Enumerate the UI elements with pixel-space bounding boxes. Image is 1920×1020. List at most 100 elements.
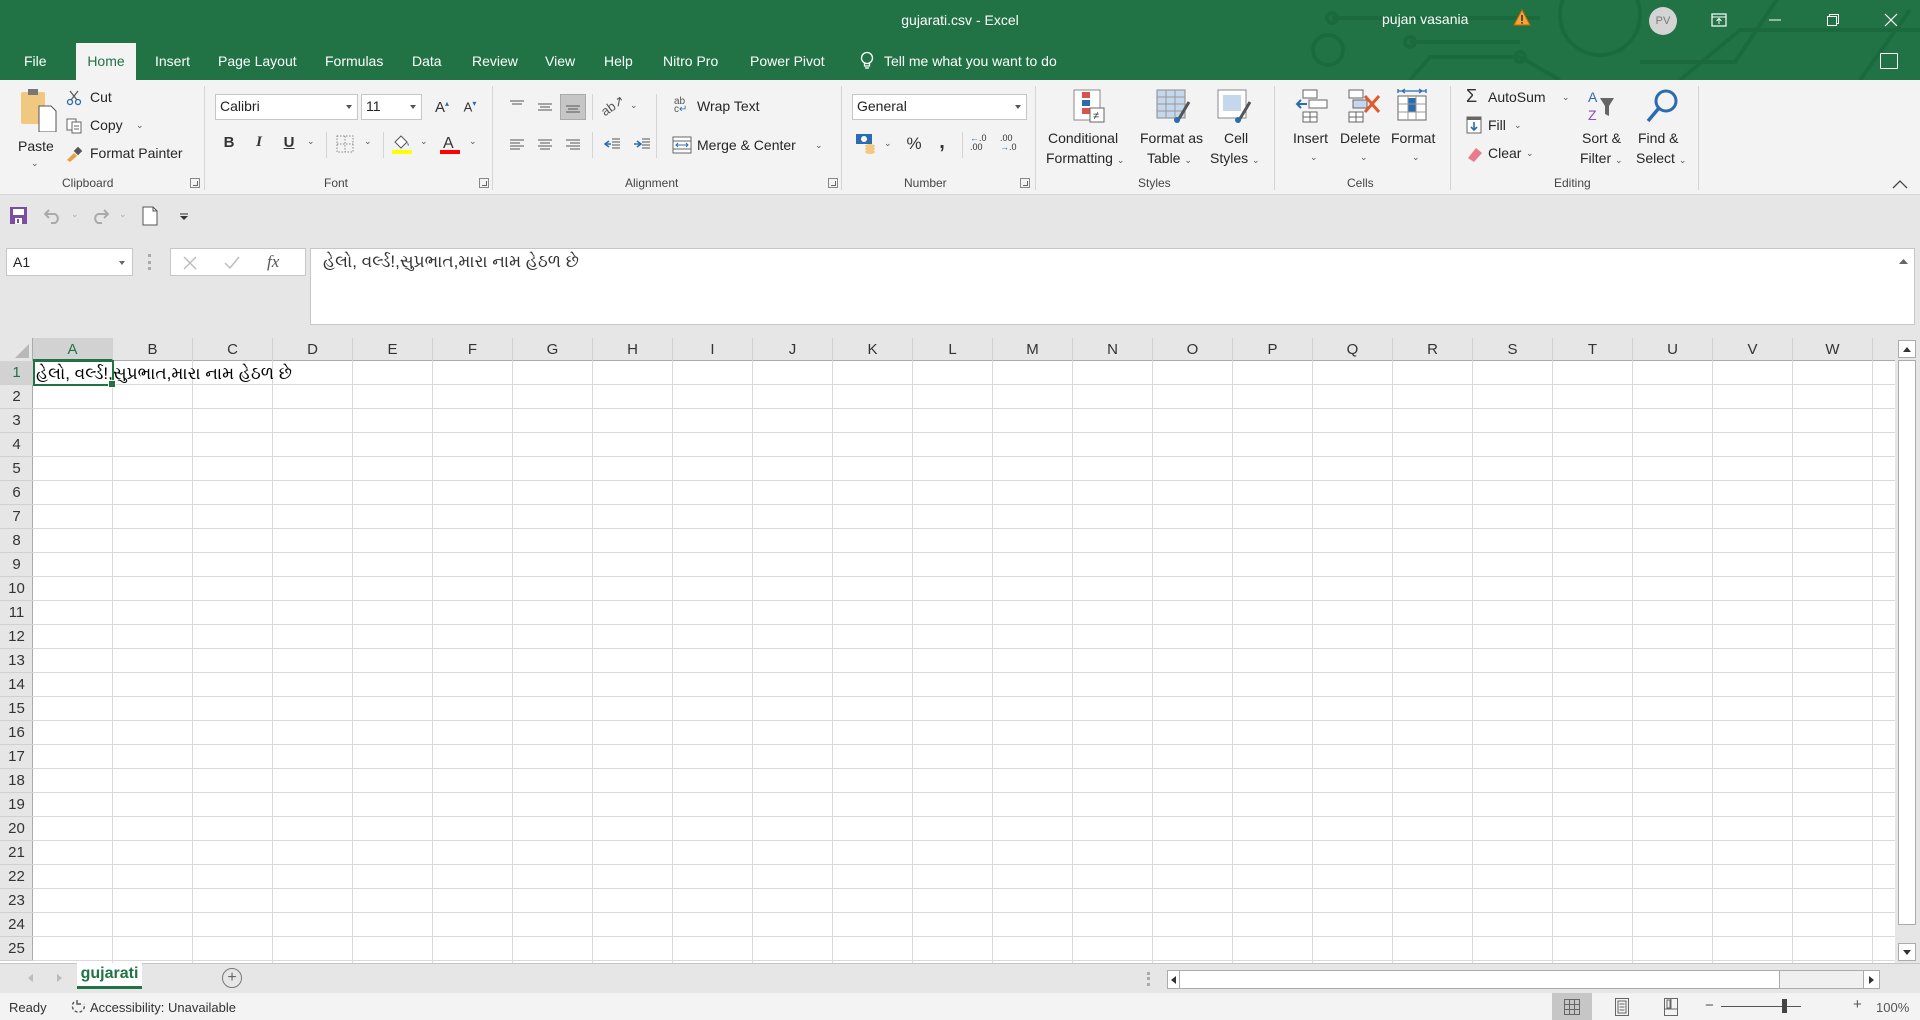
row-header-11[interactable]: 11 — [0, 601, 33, 625]
horizontal-scrollbar[interactable] — [1167, 970, 1880, 989]
decrease-indent-button[interactable] — [600, 132, 624, 156]
zoom-level[interactable]: 100% — [1876, 1000, 1909, 1015]
row-header-2[interactable]: 2 — [0, 385, 33, 409]
accounting-dropdown-icon[interactable]: ⌄ — [884, 138, 892, 149]
collapse-formula-bar-icon[interactable] — [1899, 258, 1908, 264]
column-header-k[interactable]: K — [833, 338, 913, 361]
column-header-n[interactable]: N — [1073, 338, 1153, 361]
column-header-l[interactable]: L — [913, 338, 993, 361]
row-header-14[interactable]: 14 — [0, 673, 33, 697]
row-header-5[interactable]: 5 — [0, 457, 33, 481]
alignment-launcher-icon[interactable] — [828, 178, 838, 188]
autosum-button[interactable]: Σ AutoSum ⌄ — [1466, 86, 1572, 110]
bold-button[interactable]: B — [218, 130, 240, 154]
format-as-table-button[interactable]: Format as Table ⌄ — [1138, 88, 1208, 174]
column-header-o[interactable]: O — [1153, 338, 1233, 361]
number-launcher-icon[interactable] — [1020, 178, 1030, 188]
delete-cells-dropdown-icon[interactable]: ⌄ — [1360, 152, 1368, 163]
row-header-17[interactable]: 17 — [0, 745, 33, 769]
column-header-c[interactable]: C — [193, 338, 273, 361]
warning-icon[interactable] — [1513, 9, 1531, 27]
column-header-e[interactable]: E — [353, 338, 433, 361]
row-header-10[interactable]: 10 — [0, 577, 33, 601]
tell-me-search[interactable]: Tell me what you want to do — [860, 50, 1057, 72]
vertical-scroll-thumb[interactable] — [1898, 360, 1916, 925]
redo-icon[interactable] — [91, 208, 109, 224]
scroll-up-button[interactable] — [1898, 340, 1916, 358]
tab-insert[interactable]: Insert — [149, 50, 196, 80]
row-header-9[interactable]: 9 — [0, 553, 33, 577]
enter-checkmark-icon[interactable] — [224, 256, 240, 270]
font-launcher-icon[interactable] — [479, 178, 489, 188]
font-color-button[interactable]: A — [439, 133, 461, 160]
save-icon[interactable] — [10, 207, 27, 224]
horizontal-scroll-track[interactable] — [1780, 971, 1863, 988]
new-document-icon[interactable] — [142, 206, 158, 226]
row-header-23[interactable]: 23 — [0, 889, 33, 913]
increase-decimal-button[interactable]: ←.0.00 — [970, 134, 987, 152]
column-header-i[interactable]: I — [673, 338, 753, 361]
bottom-align-button[interactable] — [560, 94, 586, 120]
row-header-25[interactable]: 25 — [0, 937, 33, 961]
orientation-dropdown-icon[interactable]: ⌄ — [630, 100, 638, 111]
row-header-4[interactable]: 4 — [0, 433, 33, 457]
column-header-h[interactable]: H — [593, 338, 673, 361]
number-format-combo[interactable]: General — [852, 94, 1027, 120]
page-layout-view-button[interactable] — [1606, 993, 1638, 1020]
clear-dropdown-icon[interactable]: ⌄ — [1526, 148, 1534, 159]
autosum-dropdown-icon[interactable]: ⌄ — [1562, 92, 1570, 103]
row-header-6[interactable]: 6 — [0, 481, 33, 505]
fill-color-dropdown-icon[interactable]: ⌄ — [420, 136, 428, 147]
column-header-g[interactable]: G — [513, 338, 593, 361]
accessibility-status[interactable]: Accessibility: Unavailable — [90, 1000, 236, 1015]
comma-style-button[interactable]: , — [932, 130, 952, 154]
cell-styles-button[interactable]: Cell Styles ⌄ — [1210, 88, 1260, 174]
column-header-v[interactable]: V — [1713, 338, 1793, 361]
comments-icon[interactable] — [1880, 53, 1898, 69]
customize-qat-icon[interactable] — [180, 213, 188, 221]
insert-function-button[interactable]: fx — [267, 252, 279, 272]
underline-dropdown-icon[interactable]: ⌄ — [307, 136, 315, 147]
column-header-m[interactable]: M — [993, 338, 1073, 361]
tab-data[interactable]: Data — [406, 50, 448, 80]
column-header-d[interactable]: D — [273, 338, 353, 361]
column-header-f[interactable]: F — [433, 338, 513, 361]
orientation-button[interactable]: ab↗ — [595, 89, 630, 124]
tab-formulas[interactable]: Formulas — [319, 50, 389, 80]
merge-center-button[interactable]: Merge & Center ⌄ — [672, 136, 832, 158]
tab-view[interactable]: View — [539, 50, 581, 80]
column-header-a[interactable]: A — [33, 338, 113, 361]
paste-button[interactable]: Paste ⌄ — [14, 88, 58, 168]
row-header-12[interactable]: 12 — [0, 625, 33, 649]
row-header-18[interactable]: 18 — [0, 769, 33, 793]
tab-review[interactable]: Review — [466, 50, 524, 80]
row-header-8[interactable]: 8 — [0, 529, 33, 553]
find-select-button[interactable]: Find & Select ⌄ — [1634, 88, 1692, 174]
borders-dropdown-icon[interactable]: ⌄ — [364, 136, 372, 147]
column-header-u[interactable]: U — [1633, 338, 1713, 361]
row-header-19[interactable]: 19 — [0, 793, 33, 817]
formula-input[interactable]: હેલો, વર્લ્ડ!,સુપ્રભાત,મારા નામ હેઠળ છે — [310, 248, 1915, 325]
accessibility-icon[interactable] — [70, 998, 88, 1016]
increase-indent-button[interactable] — [630, 132, 654, 156]
scroll-down-button[interactable] — [1898, 943, 1916, 961]
sheet-tab-gujarati[interactable]: gujarati — [77, 963, 142, 989]
row-header-13[interactable]: 13 — [0, 649, 33, 673]
zoom-in-button[interactable]: + — [1853, 996, 1862, 1013]
cells-area[interactable] — [33, 361, 1895, 963]
tab-file[interactable]: File — [18, 50, 53, 80]
column-header-j[interactable]: J — [753, 338, 833, 361]
paste-dropdown-icon[interactable]: ⌄ — [31, 158, 39, 169]
minimize-button[interactable] — [1752, 0, 1798, 40]
avatar[interactable]: PV — [1649, 7, 1677, 35]
formula-bar-resize-handle[interactable] — [148, 254, 151, 270]
row-header-15[interactable]: 15 — [0, 697, 33, 721]
zoom-slider-thumb[interactable] — [1782, 999, 1787, 1013]
scroll-right-button[interactable] — [1863, 971, 1879, 988]
tab-help[interactable]: Help — [598, 50, 639, 80]
select-all-button[interactable] — [0, 338, 33, 361]
tab-power-pivot[interactable]: Power Pivot — [744, 50, 831, 80]
align-left-button[interactable] — [505, 132, 529, 156]
font-name-combo[interactable]: Calibri — [215, 94, 358, 120]
clear-button[interactable]: Clear ⌄ — [1466, 144, 1546, 166]
